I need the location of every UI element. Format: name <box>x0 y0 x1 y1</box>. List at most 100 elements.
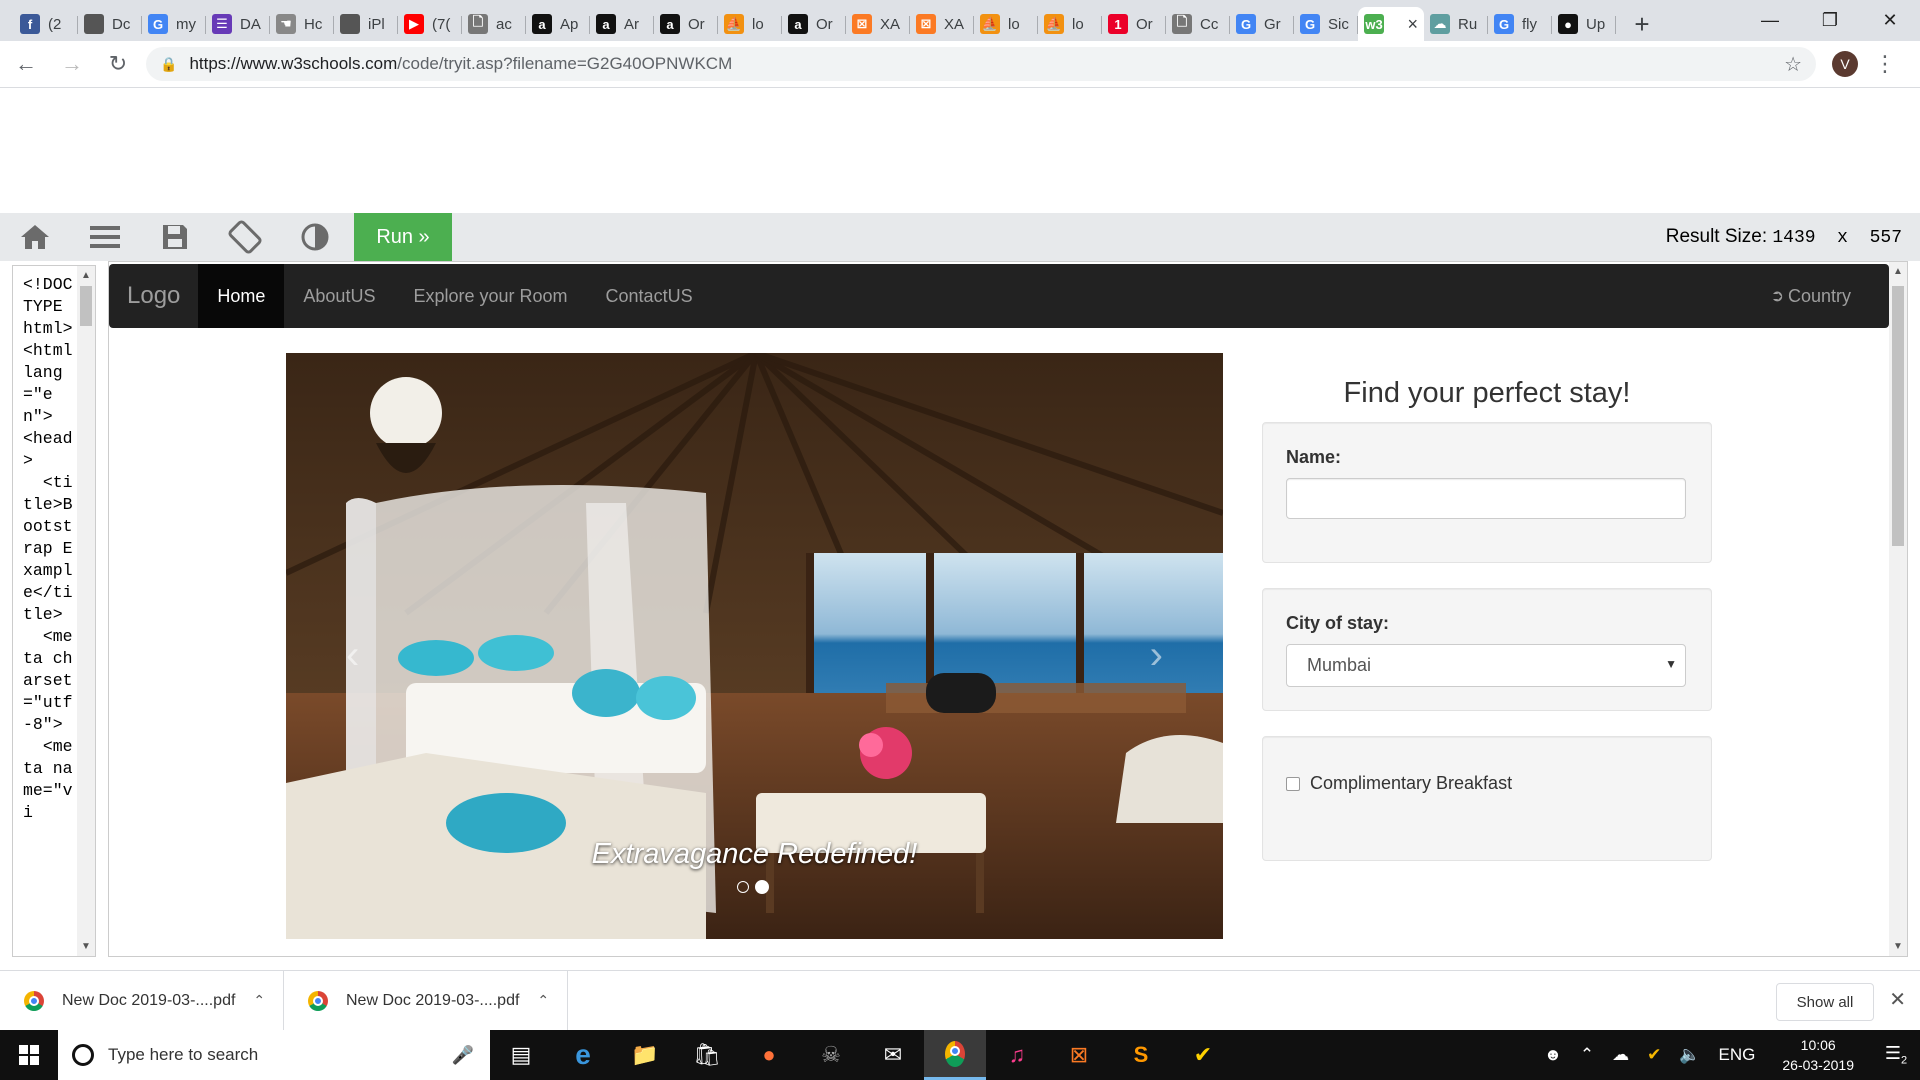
save-icon[interactable] <box>140 213 210 261</box>
browser-tab[interactable]: 1 Or <box>1102 7 1166 41</box>
chevron-up-icon[interactable]: ⌃ <box>253 992 265 1009</box>
city-select[interactable]: Mumbai ▼ <box>1286 644 1686 687</box>
close-tab-icon[interactable]: × <box>1407 14 1418 35</box>
carousel-prev-icon[interactable]: ‹ <box>346 633 359 678</box>
profile-avatar[interactable]: V <box>1832 51 1858 77</box>
browser-tab[interactable]: a Or <box>782 7 846 41</box>
predator-icon[interactable]: ☠ <box>800 1030 862 1080</box>
browser-tab[interactable]: ⊠ XA <box>910 7 974 41</box>
sublime-icon[interactable]: S <box>1110 1030 1172 1080</box>
file-explorer-icon[interactable]: 📁 <box>614 1030 676 1080</box>
chevron-up-icon[interactable]: ⌃ <box>1571 1045 1603 1065</box>
nav-country[interactable]: ➲ Country <box>1771 264 1889 328</box>
taskbar-search[interactable]: Type here to search 🎤 <box>58 1030 490 1080</box>
bookmark-star-icon[interactable]: ☆ <box>1784 52 1802 77</box>
result-scrollbar[interactable]: ▲ ▼ <box>1889 262 1907 956</box>
browser-tab[interactable]: ⛵ lo <box>1038 7 1102 41</box>
show-all-button[interactable]: Show all <box>1776 983 1874 1021</box>
browser-tab[interactable]: ☁ Ru <box>1424 7 1488 41</box>
minimize-icon[interactable]: — <box>1740 0 1800 41</box>
browser-tab[interactable]: G Sic <box>1294 7 1358 41</box>
carousel-indicator[interactable] <box>737 881 749 893</box>
firefox-icon[interactable]: ● <box>738 1030 800 1080</box>
browser-tab[interactable]: 🗋 ac <box>462 7 526 41</box>
task-view-icon[interactable]: ▤ <box>490 1030 552 1080</box>
tab-title: Sic <box>1328 15 1349 33</box>
code-text[interactable]: <!DOCTYPE html> <html lang="en"> <head> … <box>23 274 77 824</box>
browser-tab[interactable]: ▶ (7( <box>398 7 462 41</box>
carousel-indicator-active[interactable] <box>755 880 769 894</box>
carousel-next-icon[interactable]: › <box>1150 633 1163 678</box>
download-filename: New Doc 2019-03-....pdf <box>62 991 236 1009</box>
scroll-up-icon[interactable]: ▲ <box>77 270 95 281</box>
chrome-menu-icon[interactable]: ⋮ <box>1870 51 1900 77</box>
scroll-down-icon[interactable]: ▼ <box>77 941 95 952</box>
store-icon[interactable]: 🛍 <box>676 1030 738 1080</box>
menu-icon[interactable] <box>70 213 140 261</box>
run-button[interactable]: Run » <box>354 213 452 261</box>
xampp-icon[interactable]: ⊠ <box>1048 1030 1110 1080</box>
new-tab-icon[interactable]: + <box>1622 7 1662 41</box>
scroll-down-icon[interactable]: ▼ <box>1889 941 1907 952</box>
nav-explore-room[interactable]: Explore your Room <box>394 264 586 328</box>
edge-icon[interactable]: e <box>552 1030 614 1080</box>
itunes-icon[interactable]: ♫ <box>986 1030 1048 1080</box>
dark-mode-icon[interactable] <box>280 213 350 261</box>
rotate-layout-icon[interactable] <box>210 213 280 261</box>
browser-tab[interactable]: ⛵ lo <box>974 7 1038 41</box>
browser-tab[interactable]: iPl <box>334 7 398 41</box>
browser-tab[interactable]: f (2 <box>14 7 78 41</box>
browser-tab[interactable]: G Gr <box>1230 7 1294 41</box>
browser-tab[interactable]: ☚ Hc <box>270 7 334 41</box>
browser-tab[interactable]: ⊠ XA <box>846 7 910 41</box>
browser-tab[interactable]: Gmy <box>142 7 206 41</box>
close-window-icon[interactable]: ✕ <box>1860 0 1920 41</box>
restore-icon[interactable]: ❐ <box>1800 0 1860 41</box>
antivirus-icon[interactable]: ✔ <box>1638 1045 1670 1065</box>
download-item[interactable]: New Doc 2019-03-....pdf ⌃ <box>0 970 284 1031</box>
norton-icon[interactable]: ✔ <box>1172 1030 1234 1080</box>
room-carousel[interactable]: ‹ › Extravagance Redefined! <box>286 353 1223 939</box>
people-icon[interactable]: ☻ <box>1535 1045 1571 1065</box>
volume-icon[interactable]: 🔈 <box>1670 1045 1709 1065</box>
address-bar[interactable]: 🔒 https://www.w3schools.com/code/tryit.a… <box>146 47 1816 81</box>
forward-icon[interactable]: → <box>52 44 92 84</box>
action-center-icon[interactable]: ☰2 <box>1872 1043 1920 1067</box>
scroll-thumb[interactable] <box>80 286 92 326</box>
nav-contact[interactable]: ContactUS <box>587 264 712 328</box>
breakfast-checkbox[interactable] <box>1286 776 1300 791</box>
clock[interactable]: 10:06 26-03-2019 <box>1764 1035 1872 1075</box>
browser-tab[interactable]: Gfly <box>1488 7 1552 41</box>
browser-tab[interactable]: w3 × <box>1358 7 1424 41</box>
start-button[interactable] <box>0 1030 58 1080</box>
site-logo[interactable]: Logo <box>109 264 198 328</box>
close-icon[interactable]: ✕ <box>1889 987 1906 1012</box>
browser-tab[interactable]: ● Up <box>1552 7 1616 41</box>
code-editor[interactable]: <!DOCTYPE html> <html lang="en"> <head> … <box>12 265 96 957</box>
browser-tab[interactable]: a Or <box>654 7 718 41</box>
browser-tab[interactable]: a Ar <box>590 7 654 41</box>
tab-title: (2 <box>48 15 62 33</box>
code-scrollbar[interactable]: ▲ ▼ <box>77 266 95 956</box>
browser-tab[interactable]: ⛵ lo <box>718 7 782 41</box>
scroll-up-icon[interactable]: ▲ <box>1889 266 1907 277</box>
microphone-icon[interactable]: 🎤 <box>452 1045 474 1066</box>
name-input[interactable] <box>1286 478 1686 519</box>
browser-tab[interactable]: ☰ DA <box>206 7 270 41</box>
browser-tab[interactable]: 🗋 Cc <box>1166 7 1230 41</box>
download-item[interactable]: New Doc 2019-03-....pdf ⌃ <box>284 970 568 1031</box>
browser-tab[interactable]: a Ap <box>526 7 590 41</box>
chevron-up-icon[interactable]: ⌃ <box>537 992 549 1009</box>
mail-icon[interactable]: ✉ <box>862 1030 924 1080</box>
onedrive-icon[interactable]: ☁ <box>1603 1045 1638 1065</box>
nav-home[interactable]: Home <box>198 264 285 328</box>
home-icon[interactable] <box>0 213 70 261</box>
back-icon[interactable]: ← <box>6 44 46 84</box>
breakfast-option[interactable]: Complimentary Breakfast <box>1286 773 1688 794</box>
scroll-thumb[interactable] <box>1892 286 1904 546</box>
chrome-icon[interactable] <box>924 1030 986 1080</box>
language-indicator[interactable]: ENG <box>1710 1045 1765 1065</box>
browser-tab[interactable]: Dc <box>78 7 142 41</box>
reload-icon[interactable]: ↻ <box>98 44 138 84</box>
nav-about[interactable]: AboutUS <box>284 264 394 328</box>
